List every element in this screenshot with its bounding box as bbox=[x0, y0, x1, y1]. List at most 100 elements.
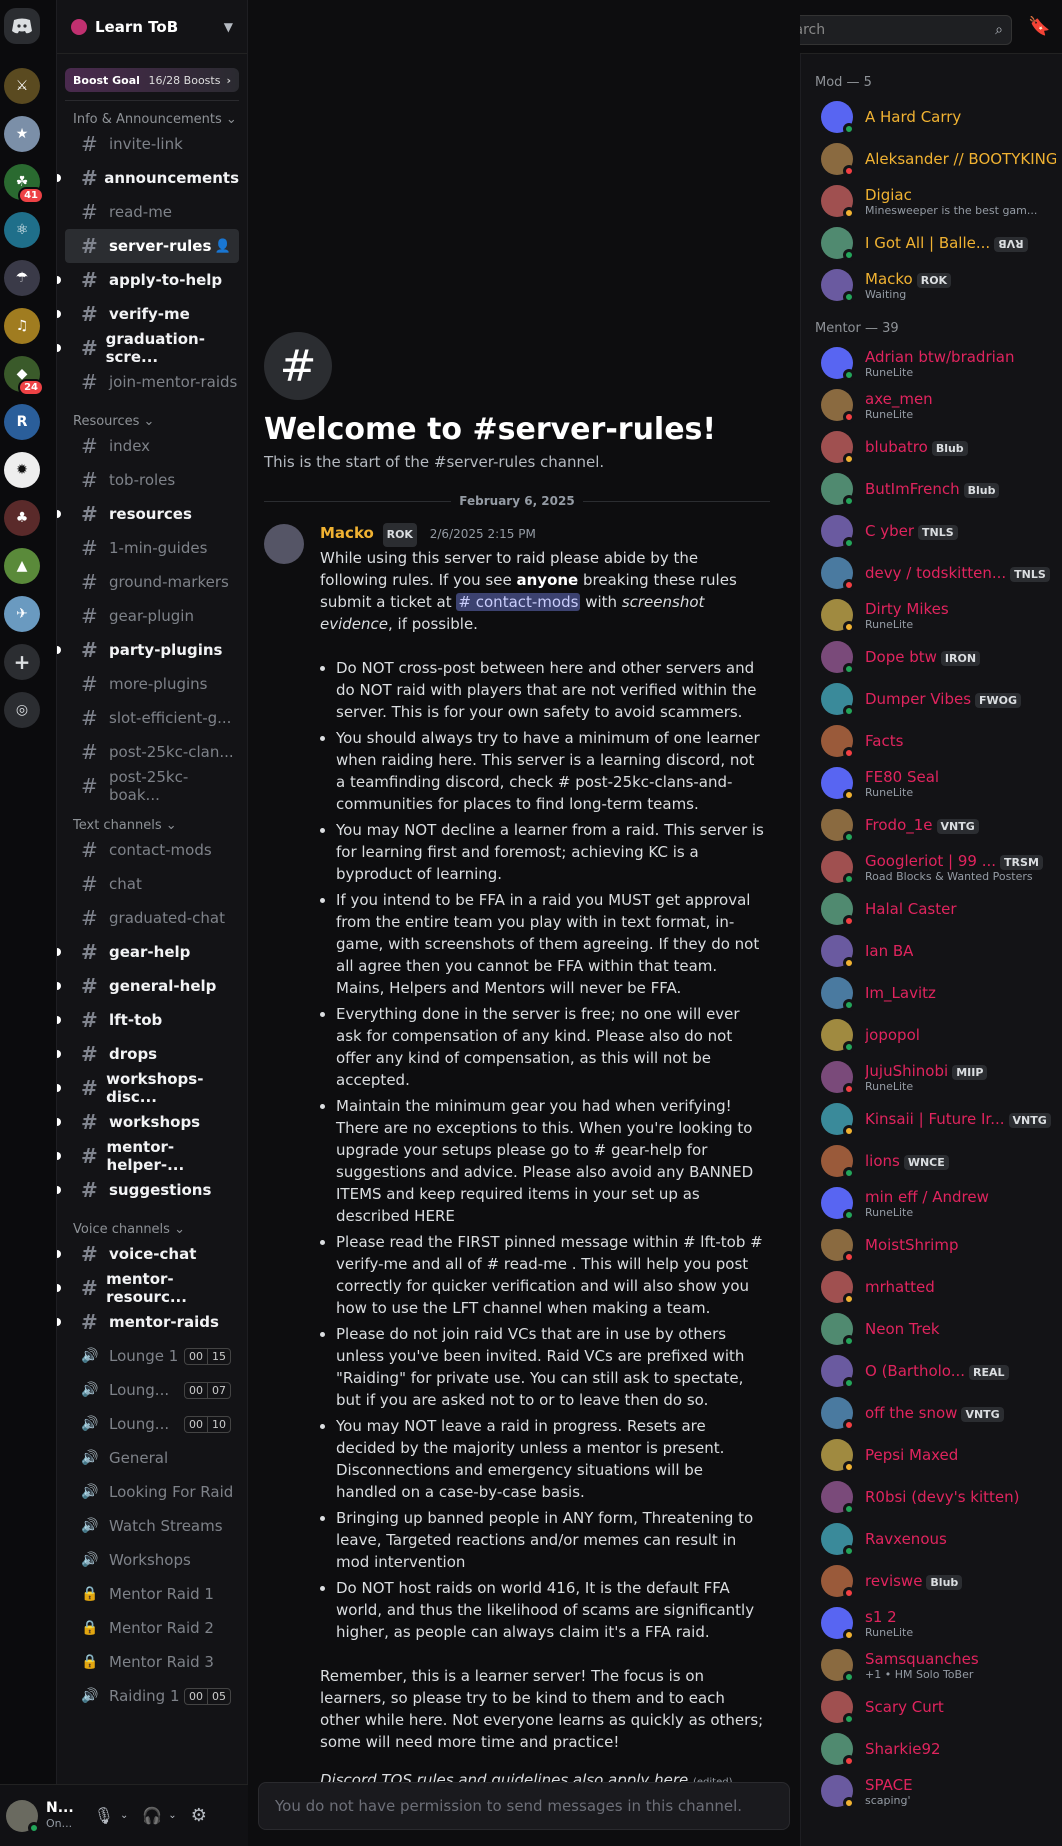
channel-item[interactable]: # slot-efficient-g... bbox=[65, 701, 239, 735]
gear-icon[interactable]: ⚙ bbox=[191, 1805, 207, 1826]
channel-item[interactable]: #1-min-guides bbox=[65, 531, 239, 565]
avatar[interactable] bbox=[6, 1799, 40, 1834]
channel-item[interactable]: # contact-mods bbox=[65, 833, 239, 867]
channel-item[interactable]: # workshops bbox=[57, 1105, 239, 1139]
member-item[interactable]: blubatro Blub bbox=[807, 426, 1056, 468]
channel-item[interactable]: # resources bbox=[57, 497, 239, 531]
member-item[interactable]: Frodo_1e VNTG bbox=[807, 804, 1056, 846]
channel-item[interactable]: # general-help bbox=[57, 969, 239, 1003]
member-item[interactable]: MoistShrimp bbox=[807, 1224, 1056, 1266]
channel-item[interactable]: 🔊 Looking For Raid bbox=[65, 1475, 239, 1509]
channel-item[interactable]: # drops bbox=[57, 1037, 239, 1071]
member-item[interactable]: Halal Caster bbox=[807, 888, 1056, 930]
channel-item[interactable]: 🔊 Raiding 1 00 05 bbox=[65, 1679, 239, 1713]
channel-item[interactable]: # graduation-scre... bbox=[57, 330, 239, 366]
add-server-icon[interactable]: + bbox=[4, 644, 40, 680]
channel-item[interactable]: 🔊 Lounge 1 00 15 bbox=[65, 1339, 239, 1373]
message-input[interactable]: You do not have permission to send messa… bbox=[258, 1782, 790, 1830]
server-icon[interactable]: ✹ bbox=[4, 452, 40, 488]
member-item[interactable]: devy / todskitten... TNLS bbox=[807, 552, 1056, 594]
channel-item[interactable]: # read-me bbox=[65, 195, 239, 229]
member-item[interactable]: Facts bbox=[807, 720, 1056, 762]
member-item[interactable]: Samsquanches +1 • HM Solo ToBer bbox=[807, 1644, 1056, 1686]
channel-item[interactable]: 🔊 Loung... 00 10 bbox=[65, 1407, 239, 1441]
search-input[interactable]: Search ⌕ bbox=[768, 15, 1012, 45]
member-item[interactable]: Macko ROK Waiting bbox=[807, 264, 1056, 306]
channel-item[interactable]: # gear-help bbox=[57, 935, 239, 969]
member-item[interactable]: off the snow VNTG bbox=[807, 1392, 1056, 1434]
member-item[interactable]: JujuShinobi MIIP RuneLite bbox=[807, 1056, 1056, 1098]
channel-item[interactable]: # mentor-helper-... bbox=[57, 1138, 239, 1174]
channel-item[interactable]: # lft-tob bbox=[57, 1003, 239, 1037]
member-item[interactable]: C yber TNLS bbox=[807, 510, 1056, 552]
server-icon[interactable]: ♣ bbox=[4, 500, 40, 536]
channel-item[interactable]: # chat bbox=[65, 867, 239, 901]
chevron-down-icon[interactable]: ⌄ bbox=[120, 1810, 128, 1821]
inbox-icon[interactable]: 🔖 bbox=[1028, 16, 1050, 37]
boost-goal-bar[interactable]: Boost Goal 16/28 Boosts › bbox=[65, 68, 239, 92]
channel-item[interactable]: # invite-link bbox=[65, 127, 239, 161]
channel-item[interactable]: # announcements bbox=[57, 161, 239, 195]
member-item[interactable]: Neon Trek bbox=[807, 1308, 1056, 1350]
channel-item[interactable]: 🔊 Watch Streams bbox=[65, 1509, 239, 1543]
channel-item[interactable]: # more-plugins bbox=[65, 667, 239, 701]
channel-item[interactable]: # mentor-raids bbox=[57, 1305, 239, 1339]
channel-item[interactable]: # server-rules 👤 bbox=[65, 229, 239, 263]
channel-item[interactable]: # post-25kc-boak... bbox=[65, 768, 239, 804]
member-item[interactable]: A Hard Carry bbox=[807, 96, 1056, 138]
server-icon[interactable]: ✈ bbox=[4, 596, 40, 632]
member-item[interactable]: SPACE scaping' bbox=[807, 1770, 1056, 1812]
channel-item[interactable]: # mentor-resourc... bbox=[57, 1270, 239, 1306]
member-item[interactable]: O (Bartholo... REAL bbox=[807, 1350, 1056, 1392]
member-item[interactable]: Googleriot | 99 ... TRSM Road Blocks & Wan… bbox=[807, 846, 1056, 888]
member-item[interactable]: Sharkie92 bbox=[807, 1728, 1056, 1770]
member-item[interactable]: Dumper Vibes FWOG bbox=[807, 678, 1056, 720]
channel-item[interactable]: # workshops-disc... bbox=[57, 1070, 239, 1106]
avatar[interactable] bbox=[264, 524, 304, 564]
member-item[interactable]: Pepsi Maxed bbox=[807, 1434, 1056, 1476]
member-item[interactable]: Im_Lavitz bbox=[807, 972, 1056, 1014]
member-item[interactable]: R0bsi (devy's kitten) bbox=[807, 1476, 1056, 1518]
channel-item[interactable]: # graduated-chat bbox=[65, 901, 239, 935]
headphones-icon[interactable]: 🎧 bbox=[142, 1806, 162, 1825]
server-icon[interactable]: ☂ bbox=[4, 260, 40, 296]
channel-item[interactable]: # suggestions bbox=[57, 1173, 239, 1207]
category-info[interactable]: Info & Announcements ⌄ bbox=[57, 101, 247, 127]
member-item[interactable]: Digiac Minesweeper is the best gam... bbox=[807, 180, 1056, 222]
server-header[interactable]: Learn ToB ▼ bbox=[57, 0, 247, 54]
category-resources[interactable]: Resources ⌄ bbox=[57, 399, 247, 429]
server-icon[interactable]: ⚛ bbox=[4, 212, 40, 248]
member-item[interactable]: reviswe Blub bbox=[807, 1560, 1056, 1602]
server-icon[interactable]: ⚔ bbox=[4, 68, 40, 104]
member-item[interactable]: Kinsaii | Future Ir... VNTG bbox=[807, 1098, 1056, 1140]
member-item[interactable]: min eff / Andrew RuneLite bbox=[807, 1182, 1056, 1224]
channel-item[interactable]: # gear-plugin bbox=[65, 599, 239, 633]
server-icon[interactable]: ♫ bbox=[4, 308, 40, 344]
member-item[interactable]: Ian BA bbox=[807, 930, 1056, 972]
channel-item[interactable]: 🔊 General bbox=[65, 1441, 239, 1475]
member-item[interactable]: FE80 Seal RuneLite bbox=[807, 762, 1056, 804]
member-item[interactable]: mrhatted bbox=[807, 1266, 1056, 1308]
member-item[interactable]: Aleksander // BOOTYKING bbox=[807, 138, 1056, 180]
channel-item[interactable]: 🔒 Mentor Raid 3 bbox=[65, 1645, 239, 1679]
member-item[interactable]: Dope btw IRON bbox=[807, 636, 1056, 678]
channel-mention[interactable]: # contact-mods bbox=[456, 593, 581, 611]
member-item[interactable]: Ravxenous bbox=[807, 1518, 1056, 1560]
channel-item[interactable]: # ground-markers bbox=[65, 565, 239, 599]
category-text[interactable]: Text channels ⌄ bbox=[57, 803, 247, 833]
member-item[interactable]: Adrian btw/bradrian RuneLite bbox=[807, 342, 1056, 384]
channel-item[interactable]: 🔒 Mentor Raid 2 bbox=[65, 1611, 239, 1645]
channel-item[interactable]: # verify-me bbox=[57, 297, 239, 331]
member-item[interactable]: jopopol bbox=[807, 1014, 1056, 1056]
member-item[interactable]: Scary Curt bbox=[807, 1686, 1056, 1728]
member-item[interactable]: axe_men RuneLite bbox=[807, 384, 1056, 426]
chevron-down-icon[interactable]: ⌄ bbox=[168, 1810, 176, 1821]
channel-item[interactable]: # apply-to-help bbox=[57, 263, 239, 297]
server-icon[interactable]: ◆ 24 bbox=[4, 356, 44, 396]
discord-home-icon[interactable] bbox=[4, 8, 40, 44]
member-item[interactable]: lions WNCE bbox=[807, 1140, 1056, 1182]
microphone-icon[interactable]: 🎙 bbox=[94, 1806, 114, 1825]
channel-item[interactable]: 🔊 Workshops bbox=[65, 1543, 239, 1577]
member-item[interactable]: Dirty Mikes RuneLite bbox=[807, 594, 1056, 636]
channel-item[interactable]: # post-25kc-clan... bbox=[65, 735, 239, 769]
